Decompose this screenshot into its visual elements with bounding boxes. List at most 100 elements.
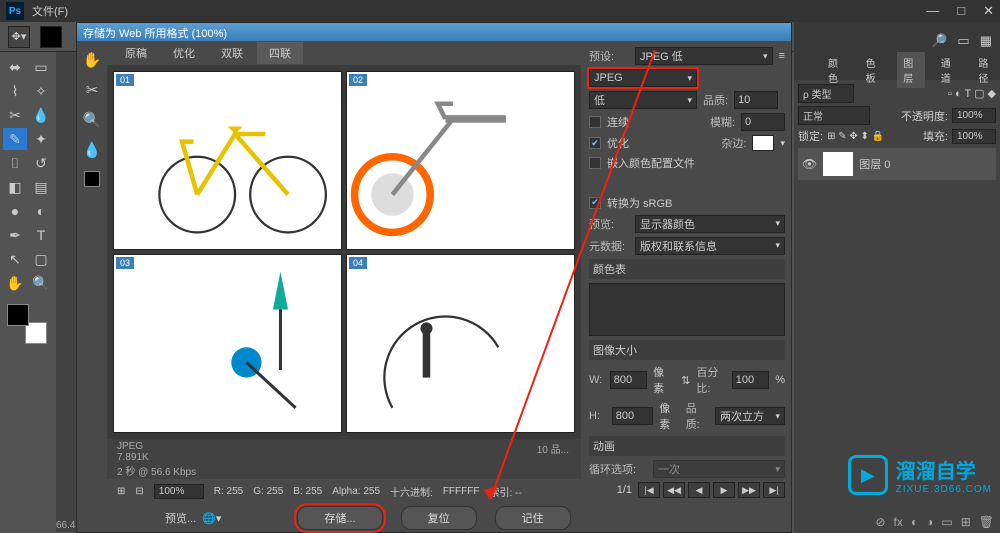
- tab-channels[interactable]: 通道: [935, 52, 963, 88]
- tab-paths[interactable]: 路径: [972, 52, 1000, 88]
- new-layer-icon[interactable]: ⊞: [961, 515, 971, 529]
- link-layers-icon[interactable]: ⊘: [875, 515, 885, 529]
- save-button[interactable]: 存储...: [297, 506, 382, 530]
- path-tool-icon[interactable]: ↖: [3, 248, 27, 270]
- mask-icon[interactable]: ◐: [911, 515, 918, 529]
- minimize-icon[interactable]: —: [926, 3, 939, 19]
- play-button[interactable]: ▶: [713, 482, 735, 498]
- visibility-icon[interactable]: 👁: [802, 157, 817, 171]
- tab-optimized[interactable]: 优化: [161, 42, 207, 64]
- healing-tool-icon[interactable]: ✦: [29, 128, 53, 150]
- preview-pane-1[interactable]: 01: [113, 71, 342, 250]
- next-fast-button[interactable]: ▶▶: [738, 482, 760, 498]
- eyedropper-tool-icon[interactable]: 💧: [29, 104, 53, 126]
- last-frame-button[interactable]: ▶|: [763, 482, 785, 498]
- resample-select[interactable]: 两次立方▾: [715, 407, 785, 425]
- prev-fast-button[interactable]: ◀◀: [663, 482, 685, 498]
- first-frame-button[interactable]: |◀: [638, 482, 660, 498]
- layer-row[interactable]: 👁 图层 0: [798, 148, 996, 180]
- prev-button[interactable]: ◀: [688, 482, 710, 498]
- preview-select[interactable]: 显示器颜色▾: [635, 215, 785, 233]
- eyedrop-icon[interactable]: 💧: [83, 141, 102, 159]
- crop-tool-icon[interactable]: ✂: [3, 104, 27, 126]
- matte-swatch[interactable]: [752, 135, 774, 151]
- swatch-icon[interactable]: [40, 26, 62, 48]
- marquee-tool-icon[interactable]: ▭: [29, 56, 53, 78]
- adjustment-icon[interactable]: ◑: [926, 515, 933, 529]
- tab-4up[interactable]: 四联: [257, 42, 303, 64]
- metadata-select[interactable]: 版权和联系信息▾: [635, 237, 785, 255]
- chevron-down-icon[interactable]: ▾: [780, 138, 785, 149]
- hand-icon[interactable]: ✋: [83, 51, 102, 69]
- progressive-checkbox[interactable]: [589, 116, 601, 128]
- height-input[interactable]: 800: [612, 407, 653, 425]
- convert-srgb-checkbox[interactable]: ✔: [589, 197, 601, 209]
- preview-pane-3[interactable]: 03: [113, 254, 342, 433]
- reset-button[interactable]: 复位: [401, 506, 477, 530]
- link-icon[interactable]: ⇅: [681, 374, 690, 387]
- frame-icon[interactable]: ▭: [957, 33, 969, 49]
- quality-input[interactable]: 10: [734, 91, 778, 109]
- browser-icon[interactable]: 🌐▾: [202, 512, 221, 525]
- hand-tool-icon[interactable]: ✋: [3, 272, 27, 294]
- zoom-tool-icon[interactable]: 🔍: [29, 272, 53, 294]
- workspace-icon[interactable]: ▦: [980, 33, 992, 49]
- percent-input[interactable]: 100: [732, 371, 769, 389]
- embed-profile-checkbox[interactable]: [589, 157, 601, 169]
- color-swatches[interactable]: [7, 304, 47, 344]
- gradient-tool-icon[interactable]: ▤: [29, 176, 53, 198]
- maximize-icon[interactable]: □: [957, 3, 965, 19]
- blur-tool-icon[interactable]: ●: [3, 200, 27, 222]
- type-tool-icon[interactable]: T: [29, 224, 53, 246]
- fill-input[interactable]: 100%: [952, 129, 996, 144]
- tab-original[interactable]: 原稿: [113, 42, 159, 64]
- layer-kind-select[interactable]: ρ 类型: [798, 84, 854, 103]
- zoom-input[interactable]: 100%: [154, 484, 204, 499]
- search-icon[interactable]: 🔎: [931, 33, 947, 49]
- blend-select[interactable]: 正常: [798, 106, 870, 125]
- remember-button[interactable]: 记住: [495, 506, 571, 530]
- opacity-input[interactable]: 100%: [952, 108, 996, 123]
- wand-tool-icon[interactable]: ✧: [29, 80, 53, 102]
- clone-tool-icon[interactable]: ⌷: [3, 152, 27, 174]
- eraser-tool-icon[interactable]: ◧: [3, 176, 27, 198]
- quality-preset-select[interactable]: 低▾: [589, 91, 697, 109]
- history-brush-tool-icon[interactable]: ↺: [29, 152, 53, 174]
- preview-pane-2[interactable]: 02: [346, 71, 575, 250]
- toolbox: ⬌ ▭ ⌇ ✧ ✂ 💧 ✎ ✦ ⌷ ↺ ◧ ▤ ● ◐ ✒ T ↖ ▢ ✋ 🔍: [0, 52, 56, 532]
- tab-2up[interactable]: 双联: [209, 42, 255, 64]
- preset-select[interactable]: JPEG 低▾: [635, 47, 773, 65]
- slice-icon[interactable]: ✂: [86, 81, 99, 99]
- group-icon[interactable]: ▭: [941, 515, 952, 529]
- pen-tool-icon[interactable]: ✒: [3, 224, 27, 246]
- width-input[interactable]: 800: [610, 371, 647, 389]
- tab-layers[interactable]: 图层: [897, 52, 925, 88]
- filter-icon[interactable]: ▫ ◐ T ▢ ◆: [948, 87, 996, 100]
- fx-icon[interactable]: fx: [894, 515, 903, 529]
- optimized-checkbox[interactable]: ✔: [589, 137, 601, 149]
- preview-pane-4[interactable]: 04: [346, 254, 575, 433]
- zoom-icon[interactable]: 🔍: [83, 111, 102, 129]
- chevron-down-icon: ▾: [775, 218, 780, 229]
- move-tool-icon[interactable]: ⬌: [3, 56, 27, 78]
- brush-tool-icon[interactable]: ✎: [3, 128, 27, 150]
- grid-icon[interactable]: ⊞: [117, 486, 125, 497]
- close-icon[interactable]: ✕: [983, 3, 994, 19]
- tool-preset-icon[interactable]: ✥▾: [8, 26, 30, 48]
- shape-tool-icon[interactable]: ▢: [29, 248, 53, 270]
- dodge-tool-icon[interactable]: ◐: [29, 200, 53, 222]
- lock-icons[interactable]: ⊞ ✎ ✥ ⬍ 🔒: [827, 131, 884, 142]
- menu-file[interactable]: 文件(F): [32, 3, 68, 19]
- readout-b: B: 255: [293, 486, 322, 497]
- layer-thumb: [823, 152, 853, 176]
- menu-icon[interactable]: ≡: [779, 50, 785, 62]
- trash-icon[interactable]: 🗑: [979, 515, 994, 529]
- fg-swatch[interactable]: [7, 304, 29, 326]
- lasso-tool-icon[interactable]: ⌇: [3, 80, 27, 102]
- blur-input[interactable]: 0: [741, 113, 785, 131]
- format-select[interactable]: JPEG▾: [589, 69, 697, 87]
- grid2-icon[interactable]: ⊟: [135, 486, 143, 497]
- tab-color[interactable]: 颜色: [822, 52, 850, 88]
- tab-swatches[interactable]: 色板: [860, 52, 888, 88]
- loop-select[interactable]: 一次▾: [653, 460, 785, 478]
